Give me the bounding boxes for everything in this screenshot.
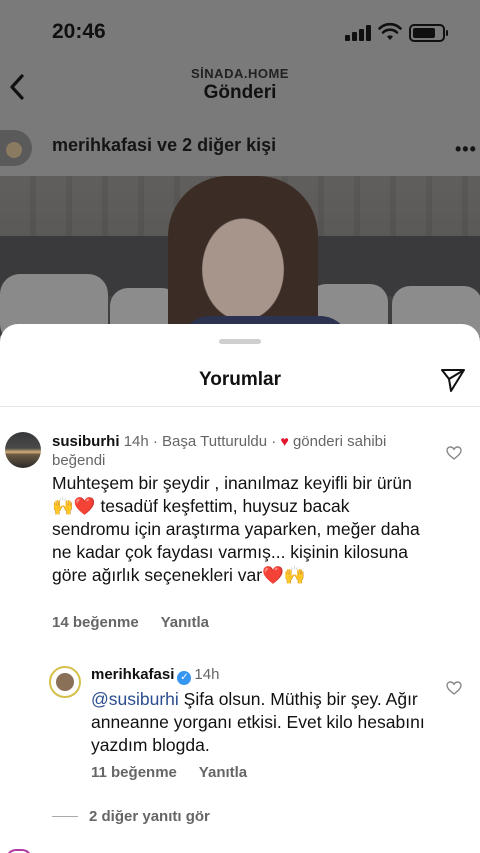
post-users[interactable]: merihkafasi ve 2 diğer kişi	[52, 135, 276, 156]
commenter-username[interactable]: susiburhi	[52, 433, 120, 450]
view-more-replies-button[interactable]: 2 diğer yanıtı gör	[89, 808, 210, 825]
reply-time: 14h	[194, 666, 220, 683]
next-comment-avatar[interactable]	[6, 849, 32, 853]
status-bar: 20:46	[0, 0, 480, 64]
reply-text: @susiburhi Şifa olsun. Müthiş bir şey. A…	[91, 688, 441, 757]
comment-meta: 14h · Başa Tutturuldu ·	[123, 433, 277, 450]
commenter-avatar[interactable]	[5, 432, 41, 468]
divider	[0, 406, 480, 407]
reply-actions: 11 beğenme Yanıtla	[91, 764, 265, 781]
account-name: SİNADA.HOME	[191, 66, 289, 81]
comment-text: Muhteşem bir şeydir , inanılmaz keyifli …	[52, 473, 420, 585]
background-post-screen: 20:46 SİNADA.HOME Gönderi merihkafasi ve…	[0, 0, 480, 340]
verified-badge-icon: ✓	[177, 671, 192, 685]
comment-header: susiburhi 14h · Başa Tutturuldu · ♥ gönd…	[52, 432, 432, 470]
view-more-line	[52, 816, 78, 817]
comments-title: Yorumlar	[198, 369, 281, 390]
share-send-icon[interactable]	[440, 367, 466, 393]
post-header: merihkafasi ve 2 diğer kişi •••	[0, 126, 480, 170]
battery-icon	[409, 24, 448, 42]
reply-avatar[interactable]	[49, 666, 81, 698]
reply-username[interactable]: merihkafasi	[91, 666, 174, 683]
heart-icon: ♥	[280, 433, 289, 449]
comment-like-heart-icon[interactable]	[446, 446, 462, 460]
wifi-icon	[378, 22, 402, 40]
page-title: Gönderi	[203, 82, 277, 103]
more-options-icon[interactable]: •••	[455, 139, 477, 160]
comment-actions: 14 beğenme Yanıtla	[52, 614, 227, 631]
reply-likes-count[interactable]: 11 beğenme	[91, 764, 177, 781]
reply-header: merihkafasi ✓ 14h	[91, 666, 219, 685]
comments-sheet: Yorumlar susiburhi 14h · Başa Tutturuldu…	[0, 324, 480, 853]
reply-button[interactable]: Yanıtla	[161, 614, 209, 631]
post-avatar[interactable]	[0, 130, 32, 166]
reply-like-heart-icon[interactable]	[446, 681, 462, 695]
status-time: 20:46	[52, 20, 106, 43]
drag-handle[interactable]	[219, 339, 261, 344]
comment-likes-count[interactable]: 14 beğenme	[52, 614, 139, 631]
reply-reply-button[interactable]: Yanıtla	[199, 764, 247, 781]
mention-link[interactable]: @susiburhi	[91, 689, 179, 709]
post-image	[0, 176, 480, 336]
cellular-signal-icon	[345, 25, 371, 41]
